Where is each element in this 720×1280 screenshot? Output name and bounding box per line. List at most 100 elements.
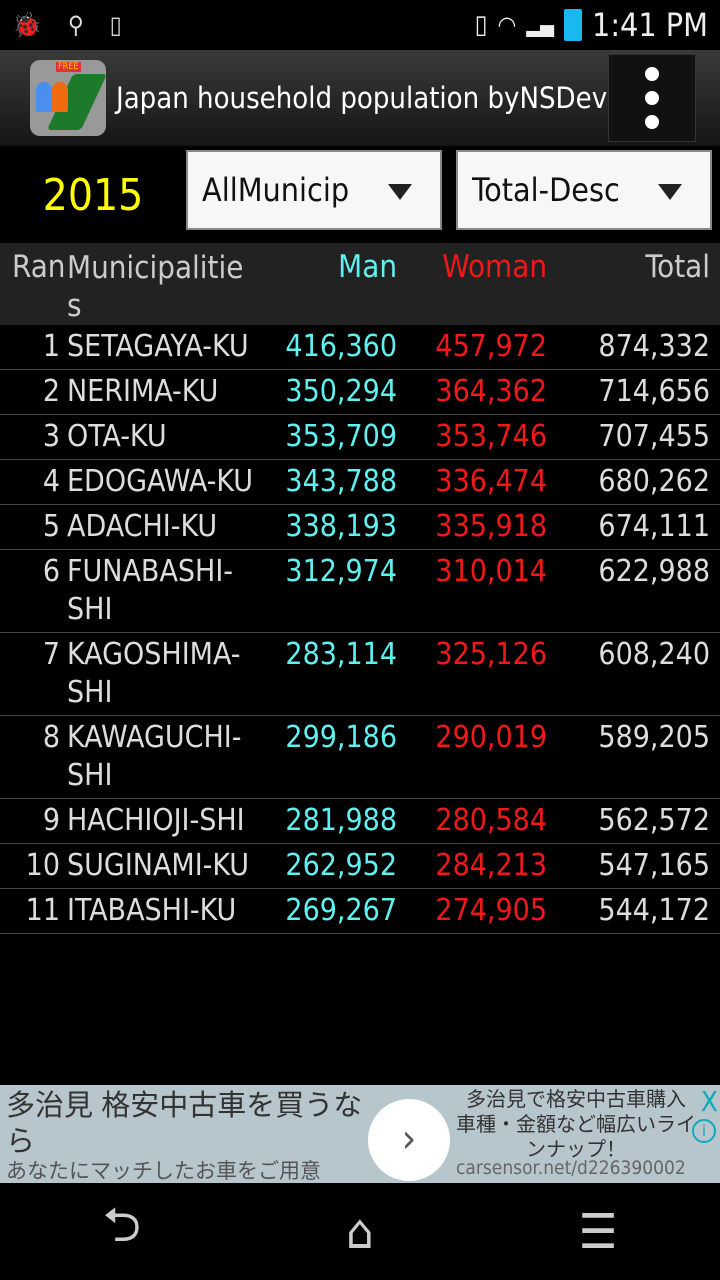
year-label[interactable]: 2015: [0, 170, 186, 221]
man-cell: 343,788: [285, 464, 397, 499]
man-cell: 416,360: [285, 329, 397, 364]
header-total[interactable]: Total: [645, 249, 710, 285]
man-cell: 281,988: [285, 803, 397, 838]
woman-cell: 280,584: [435, 803, 547, 838]
status-bar: 🐞 ⚲ ▯ ▯ ◠ ▂▄ 1:41 PM: [0, 0, 720, 50]
ad-description: 多治見で格安中古車購入 車種・金額など幅広いラインナップ！: [456, 1087, 696, 1161]
sort-select[interactable]: Total-Descending: [456, 150, 712, 230]
dropdown-arrow-icon: [658, 184, 682, 200]
table-body[interactable]: 1 416,360 457,972 874,332 SETAGAYA-KU 2 350,29…: [0, 325, 720, 1085]
ad-close-icon[interactable]: X: [701, 1085, 718, 1118]
ad-banner[interactable]: 多治見 格安中古車を買うなら あなたにマッチしたお車をご用意 › 多治見で格安中…: [0, 1085, 720, 1183]
clock: 1:41 PM: [592, 6, 708, 44]
woman-cell: 325,126: [435, 637, 547, 672]
total-cell: 707,455: [598, 419, 710, 454]
man-cell: 338,193: [285, 509, 397, 544]
dot-icon: [645, 67, 659, 81]
screen-rotate-icon: ▯: [109, 11, 122, 39]
ad-url[interactable]: carsensor.net/d226390002: [456, 1157, 686, 1179]
header-woman[interactable]: Woman: [442, 249, 547, 285]
ad-subtext: あなたにマッチしたお車をご用意: [6, 1159, 321, 1183]
woman-cell: 310,014: [435, 554, 547, 589]
municipality-cell: FUNABASHI-SHI: [67, 554, 234, 627]
woman-cell: 290,019: [435, 720, 547, 755]
total-cell: 714,656: [598, 374, 710, 409]
ad-info-icon[interactable]: i: [692, 1119, 716, 1143]
back-icon[interactable]: ⮌: [103, 1191, 141, 1272]
table-row[interactable]: 10 262,952 284,213 547,165 SUGINAMI-KU: [0, 844, 720, 889]
rank-cell: 10: [25, 848, 60, 883]
rank-cell: 8: [42, 720, 60, 755]
woman-cell: 364,362: [435, 374, 547, 409]
table-row[interactable]: 7 283,114 325,126 608,240 KAGOSHIMA-SHI: [0, 633, 720, 716]
dropdown-arrow-icon: [388, 184, 412, 200]
man-cell: 312,974: [285, 554, 397, 589]
menu-icon[interactable]: ☰: [579, 1204, 618, 1260]
man-cell: 353,709: [285, 419, 397, 454]
header-rank[interactable]: Rank: [12, 249, 67, 285]
municipality-cell: SETAGAYA-KU: [67, 329, 249, 364]
signal-icon: ▂▄: [526, 13, 555, 37]
table-row[interactable]: 8 299,186 290,019 589,205 KAWAGUCHI-SHI: [0, 716, 720, 799]
rank-cell: 9: [42, 803, 60, 838]
table-row[interactable]: 1 416,360 457,972 874,332 SETAGAYA-KU: [0, 325, 720, 370]
table-row[interactable]: 6 312,974 310,014 622,988 FUNABASHI-SHI: [0, 550, 720, 633]
vibrate-icon: ▯: [474, 10, 488, 40]
woman-cell: 284,213: [435, 848, 547, 883]
rank-cell: 11: [25, 893, 60, 928]
table-row[interactable]: 11 269,267 274,905 544,172 ITABASHI-KU: [0, 889, 720, 934]
total-cell: 589,205: [598, 720, 710, 755]
app-bar: FREE Japan household population byNSDev: [0, 50, 720, 146]
woman-cell: 335,918: [435, 509, 547, 544]
dot-icon: [645, 115, 659, 129]
app-title: Japan household population byNSDev: [116, 81, 608, 115]
municipality-cell: ITABASHI-KU: [67, 893, 237, 928]
navigation-bar: ⮌ ⌂ ☰: [0, 1183, 720, 1280]
rank-cell: 7: [42, 637, 60, 672]
total-cell: 544,172: [598, 893, 710, 928]
rank-cell: 1: [42, 329, 60, 364]
man-cell: 350,294: [285, 374, 397, 409]
total-cell: 874,332: [598, 329, 710, 364]
woman-cell: 336,474: [435, 464, 547, 499]
overflow-menu-button[interactable]: [608, 54, 696, 142]
wifi-icon: ◠: [497, 11, 517, 39]
table-row[interactable]: 4 343,788 336,474 680,262 EDOGAWA-KU: [0, 460, 720, 505]
android-debug-icon: 🐞: [12, 11, 42, 39]
total-cell: 674,111: [598, 509, 710, 544]
man-cell: 262,952: [285, 848, 397, 883]
rank-cell: 3: [42, 419, 60, 454]
woman-cell: 457,972: [435, 329, 547, 364]
header-man[interactable]: Man: [338, 249, 397, 285]
table-header: Rank Municipalities Man Woman Total: [0, 243, 720, 325]
ad-go-button[interactable]: ›: [368, 1099, 450, 1181]
usb-icon: ⚲: [67, 11, 84, 39]
total-cell: 562,572: [598, 803, 710, 838]
table-row[interactable]: 2 350,294 364,362 714,656 NERIMA-KU: [0, 370, 720, 415]
total-cell: 547,165: [598, 848, 710, 883]
total-cell: 680,262: [598, 464, 710, 499]
municipality-cell: NERIMA-KU: [67, 374, 219, 409]
man-cell: 299,186: [285, 720, 397, 755]
table-row[interactable]: 3 353,709 353,746 707,455 OTA-KU: [0, 415, 720, 460]
total-cell: 622,988: [598, 554, 710, 589]
battery-icon: [564, 9, 583, 41]
table-row[interactable]: 5 338,193 335,918 674,111 ADACHI-KU: [0, 505, 720, 550]
municipality-cell: ADACHI-KU: [67, 509, 218, 544]
rank-cell: 4: [42, 464, 60, 499]
woman-cell: 353,746: [435, 419, 547, 454]
header-municipalities[interactable]: Municipalities: [67, 249, 257, 325]
woman-cell: 274,905: [435, 893, 547, 928]
total-cell: 608,240: [598, 637, 710, 672]
home-icon[interactable]: ⌂: [346, 1204, 373, 1260]
table-row[interactable]: 9 281,988 280,584 562,572 HACHIOJI-SHI: [0, 799, 720, 844]
rank-cell: 5: [42, 509, 60, 544]
municipality-cell: KAGOSHIMA-SHI: [67, 637, 241, 710]
municipality-cell: SUGINAMI-KU: [67, 848, 250, 883]
dot-icon: [645, 91, 659, 105]
app-logo: FREE: [30, 60, 106, 136]
municipality-cell: HACHIOJI-SHI: [67, 803, 245, 838]
ad-headline[interactable]: 多治見 格安中古車を買うなら: [6, 1087, 376, 1159]
area-select[interactable]: AllMunicipalities: [186, 150, 442, 230]
man-cell: 283,114: [285, 637, 397, 672]
